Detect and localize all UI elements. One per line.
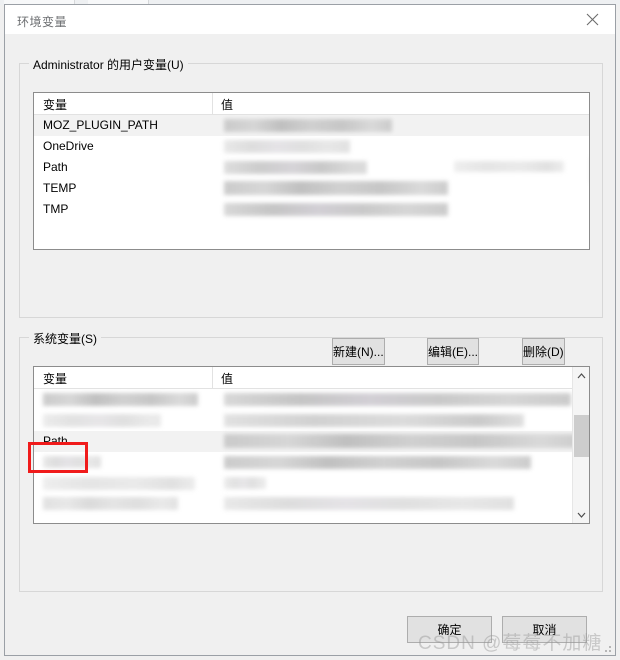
redacted-value bbox=[224, 477, 266, 489]
close-icon[interactable] bbox=[570, 5, 615, 34]
system-variables-list[interactable]: 变量 值 Path bbox=[33, 366, 590, 524]
table-row[interactable]: TMP bbox=[34, 199, 589, 220]
table-row[interactable] bbox=[34, 389, 589, 410]
redacted-name bbox=[43, 456, 101, 468]
redacted-value bbox=[224, 203, 448, 216]
table-row[interactable]: TEMP bbox=[34, 178, 589, 199]
window-title: 环境变量 bbox=[17, 15, 68, 29]
user-variable-name: OneDrive bbox=[43, 139, 94, 153]
redacted-value bbox=[224, 456, 531, 469]
redacted-value bbox=[224, 393, 571, 406]
redacted-name bbox=[43, 393, 198, 406]
user-variable-name: TMP bbox=[43, 202, 69, 216]
redacted-value bbox=[224, 434, 584, 448]
title-bar: 环境变量 bbox=[5, 5, 615, 34]
scroll-down-icon[interactable] bbox=[573, 506, 589, 523]
redacted-value-tail bbox=[454, 161, 564, 172]
user-variable-name: MOZ_PLUGIN_PATH bbox=[43, 118, 158, 132]
table-row[interactable] bbox=[34, 452, 589, 473]
redacted-value bbox=[224, 497, 514, 510]
table-row[interactable]: OneDrive bbox=[34, 136, 589, 157]
system-column-header-name[interactable]: 变量 bbox=[43, 370, 67, 387]
system-variables-legend: 系统变量(S) bbox=[29, 330, 101, 347]
system-variables-group: 系统变量(S) 变量 值 Path bbox=[19, 330, 603, 592]
ok-button[interactable]: 确定 bbox=[407, 616, 492, 643]
table-row[interactable] bbox=[34, 473, 589, 494]
scroll-up-icon[interactable] bbox=[573, 367, 589, 384]
table-row[interactable] bbox=[34, 494, 589, 515]
user-column-header-value[interactable]: 值 bbox=[221, 96, 233, 113]
redacted-name bbox=[43, 477, 195, 490]
user-variables-legend: Administrator 的用户变量(U) bbox=[29, 56, 188, 73]
table-row[interactable]: MOZ_PLUGIN_PATH bbox=[34, 115, 589, 136]
redacted-name bbox=[43, 497, 178, 510]
resize-grip-icon[interactable] bbox=[601, 642, 611, 652]
system-column-divider[interactable] bbox=[212, 367, 213, 389]
table-row[interactable] bbox=[34, 410, 589, 431]
user-column-header-name[interactable]: 变量 bbox=[43, 96, 67, 113]
user-variables-group: Administrator 的用户变量(U) 变量 值 MOZ_PLUGIN_P… bbox=[19, 56, 603, 365]
system-variable-name-path: Path bbox=[43, 434, 68, 448]
table-row[interactable]: Path bbox=[34, 157, 589, 178]
user-variables-list[interactable]: 变量 值 MOZ_PLUGIN_PATH OneDrive Path TEMP … bbox=[33, 92, 590, 250]
redacted-value bbox=[224, 414, 524, 427]
user-variable-name: Path bbox=[43, 160, 68, 174]
user-list-header: 变量 值 bbox=[34, 93, 589, 115]
system-column-header-value[interactable]: 值 bbox=[221, 370, 233, 387]
system-list-rows: Path bbox=[34, 389, 589, 523]
system-list-scrollbar[interactable] bbox=[572, 367, 589, 523]
cancel-button[interactable]: 取消 bbox=[502, 616, 587, 643]
user-column-divider[interactable] bbox=[212, 93, 213, 115]
redacted-name bbox=[43, 414, 161, 427]
scrollbar-thumb[interactable] bbox=[574, 415, 589, 457]
system-list-header: 变量 值 bbox=[34, 367, 589, 389]
table-row[interactable]: Path bbox=[34, 431, 589, 452]
redacted-value bbox=[224, 119, 392, 132]
redacted-value bbox=[224, 161, 367, 174]
redacted-value bbox=[224, 140, 350, 153]
user-variable-name: TEMP bbox=[43, 181, 77, 195]
user-list-rows: MOZ_PLUGIN_PATH OneDrive Path TEMP TMP bbox=[34, 115, 589, 249]
redacted-value bbox=[224, 181, 448, 195]
environment-variables-dialog: 环境变量 Administrator 的用户变量(U) 变量 值 MOZ_PLU… bbox=[4, 4, 616, 656]
